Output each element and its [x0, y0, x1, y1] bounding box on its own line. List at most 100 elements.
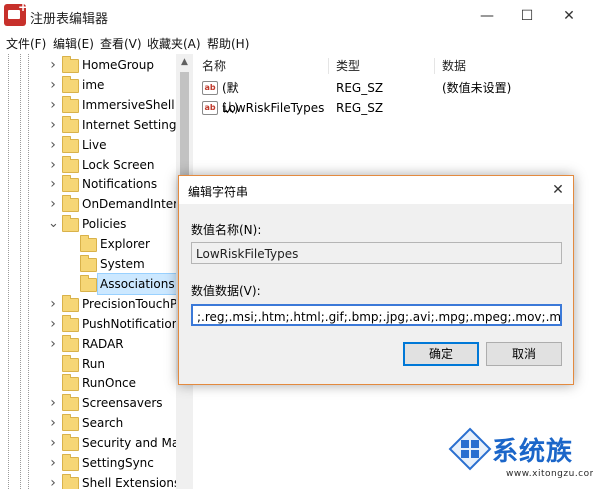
- tree-item[interactable]: › Search: [0, 413, 176, 433]
- tree-item-label: Run: [82, 356, 106, 371]
- folder-icon: [62, 195, 79, 213]
- value-name: LowRiskFileTypes: [222, 101, 325, 115]
- folder-icon: [62, 95, 79, 113]
- tree-item[interactable]: › RADAR: [0, 334, 176, 354]
- tree-item[interactable]: › Notifications: [0, 174, 176, 194]
- tree-item-label: Explorer: [100, 237, 150, 252]
- folder-icon: [62, 75, 79, 93]
- title-bar: + 注册表编辑器 — ☐ ✕: [0, 0, 593, 32]
- expand-chevron-icon[interactable]: ›: [48, 174, 58, 194]
- tree-item[interactable]: Run: [0, 354, 176, 374]
- windows-logo-icon: [448, 427, 492, 471]
- column-header-name[interactable]: 名称: [202, 56, 226, 76]
- folder-icon: [62, 454, 79, 471]
- maximize-button[interactable]: ☐: [507, 4, 547, 28]
- value-type: REG_SZ: [336, 101, 384, 115]
- value-name-label: 数值名称(N):: [191, 223, 262, 237]
- tree-item-label: Policies: [82, 217, 127, 232]
- tree-item[interactable]: Explorer: [0, 234, 176, 254]
- watermark-logo: 系统族 www.xitongzu.com: [448, 425, 593, 489]
- expand-chevron-icon[interactable]: ›: [48, 194, 58, 214]
- tree-item[interactable]: › PrecisionTouchPac: [0, 294, 180, 314]
- folder-icon: [62, 115, 79, 133]
- menu-edit[interactable]: 编辑(E): [53, 35, 94, 52]
- value-type: REG_SZ: [336, 81, 384, 95]
- expand-chevron-icon[interactable]: ›: [48, 75, 58, 95]
- menu-view[interactable]: 查看(V): [100, 35, 142, 52]
- tree-item[interactable]: › PushNotifications: [0, 314, 180, 334]
- tree-item-label: System: [100, 257, 145, 271]
- menu-favorites[interactable]: 收藏夹(A): [147, 35, 201, 52]
- expand-chevron-icon[interactable]: ›: [48, 413, 58, 433]
- scroll-up-arrow-icon[interactable]: ▲: [176, 54, 193, 70]
- expand-chevron-icon[interactable]: ›: [48, 115, 58, 135]
- expand-chevron-icon[interactable]: ›: [48, 314, 58, 334]
- tree-item[interactable]: ⌄ Policies: [0, 214, 176, 234]
- folder-icon: [62, 394, 79, 412]
- value-data: (数值未设置): [442, 81, 512, 95]
- folder-icon: [62, 135, 79, 153]
- tree-item[interactable]: › ImmersiveShell: [0, 95, 176, 115]
- tree-item[interactable]: › ime: [0, 75, 176, 95]
- minimize-button[interactable]: —: [467, 4, 507, 28]
- tree-item-label: Search: [82, 416, 124, 431]
- value-data-input[interactable]: ;.reg;.msi;.htm;.html;.gif;.bmp;.jpg;.av…: [191, 304, 562, 326]
- tree-item[interactable]: › HomeGroup: [0, 55, 176, 75]
- tree-item[interactable]: › SettingSync: [0, 453, 176, 473]
- folder-icon: [80, 274, 97, 292]
- expand-chevron-icon[interactable]: ›: [48, 393, 58, 413]
- folder-icon: [62, 374, 79, 392]
- tree-item-label: PushNotifications: [82, 316, 181, 331]
- tree-item-label: PrecisionTouchPac: [82, 296, 181, 311]
- folder-icon: [62, 175, 79, 193]
- tree-item[interactable]: › OnDemandInterfac: [0, 194, 180, 214]
- watermark-text: 系统族: [492, 437, 574, 467]
- tree-item[interactable]: › Screensavers: [0, 393, 176, 413]
- tree-item[interactable]: RunOnce: [0, 373, 176, 393]
- expand-chevron-icon[interactable]: ›: [48, 473, 58, 489]
- ok-button[interactable]: 确定: [403, 342, 479, 366]
- tree-item[interactable]: Associations: [0, 272, 178, 295]
- folder-icon: [62, 434, 79, 452]
- value-name-field[interactable]: LowRiskFileTypes: [191, 242, 562, 264]
- cancel-button[interactable]: 取消: [486, 342, 562, 366]
- tree-item[interactable]: › Lock Screen: [0, 155, 176, 175]
- expand-chevron-icon[interactable]: ›: [48, 433, 58, 453]
- expand-chevron-icon[interactable]: ›: [48, 453, 58, 473]
- window-title: 注册表编辑器: [30, 12, 109, 27]
- tree-item[interactable]: System: [0, 254, 176, 274]
- tree-item-label: Lock Screen: [82, 157, 155, 172]
- expand-chevron-icon[interactable]: ›: [48, 294, 58, 314]
- tree-item[interactable]: › Security and Maint: [0, 433, 180, 453]
- tree-item-label: Internet Settings: [82, 117, 181, 132]
- menu-file[interactable]: 文件(F): [6, 35, 46, 52]
- dialog-close-button[interactable]: ✕: [543, 176, 573, 204]
- column-header-data[interactable]: 数据: [442, 56, 466, 76]
- tree-item-label: Security and Maint: [82, 436, 180, 451]
- collapse-chevron-icon[interactable]: ⌄: [48, 214, 59, 234]
- string-value-icon: ab: [202, 101, 218, 115]
- close-window-button[interactable]: ✕: [549, 4, 589, 28]
- expand-chevron-icon[interactable]: ›: [48, 155, 58, 175]
- tree-item-label: SettingSync: [82, 456, 154, 470]
- tree-item[interactable]: › Live: [0, 135, 176, 155]
- expand-chevron-icon[interactable]: ›: [48, 334, 58, 354]
- tree-item-label: Live: [82, 137, 107, 152]
- tree-item-label: Shell Extensions: [82, 475, 181, 489]
- column-header-type[interactable]: 类型: [336, 56, 360, 76]
- tree-item-label: ImmersiveShell: [82, 97, 175, 112]
- tree-item[interactable]: › Shell Extensions: [0, 473, 180, 489]
- expand-chevron-icon[interactable]: ›: [48, 95, 58, 115]
- folder-icon: [62, 334, 79, 352]
- folder-icon: [62, 155, 79, 173]
- menu-help[interactable]: 帮助(H): [207, 35, 249, 52]
- value-data-label: 数值数据(V):: [191, 284, 261, 298]
- tree-item[interactable]: › Internet Settings: [0, 115, 180, 135]
- folder-icon: [62, 294, 79, 312]
- tree-item-label: Notifications: [82, 177, 158, 192]
- expand-chevron-icon[interactable]: ›: [48, 135, 58, 155]
- registry-key-tree[interactable]: › HomeGroup › ime › ImmersiveShell › Internet S…: [0, 54, 181, 489]
- folder-icon: [62, 354, 79, 372]
- tree-item-label: RADAR: [82, 336, 124, 351]
- expand-chevron-icon[interactable]: ›: [48, 55, 58, 75]
